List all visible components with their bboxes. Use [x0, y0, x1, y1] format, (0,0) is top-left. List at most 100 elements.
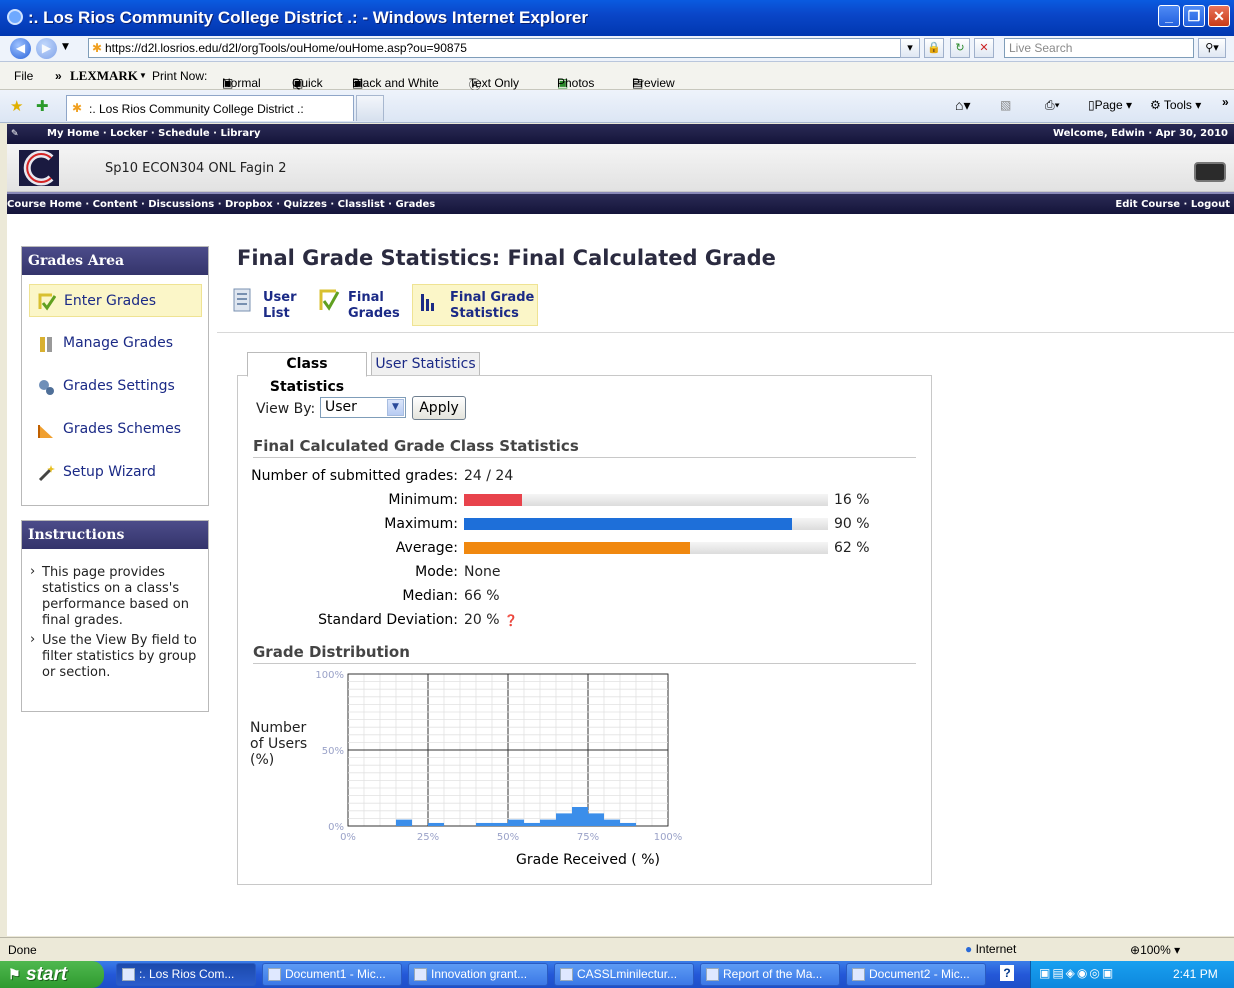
print-normal-label: Normal — [222, 76, 261, 90]
taskbar-item-document1[interactable]: Document1 - Mic... — [262, 963, 402, 986]
taskbar-item-report[interactable]: Report of the Ma... — [700, 963, 840, 986]
word-icon — [560, 968, 573, 981]
zoom-control[interactable]: ⊕100% ▾ — [1130, 943, 1180, 957]
minimum-bar-track — [464, 494, 828, 506]
sidebar-item-label: Enter Grades — [64, 293, 157, 309]
print-icon[interactable]: ⎙▾ — [1045, 98, 1060, 113]
chart-bar — [476, 822, 492, 826]
mode-value: None — [464, 564, 501, 580]
history-dropdown-icon[interactable]: ▼ — [62, 42, 69, 52]
taskbar-item-label: Innovation grant... — [431, 967, 528, 981]
home-icon[interactable]: ⌂▾ — [955, 97, 970, 114]
sidebar-item-grades-settings[interactable]: Grades Settings — [29, 370, 202, 403]
zoom-icon: ⊕ — [1130, 943, 1141, 957]
tab-class-statistics[interactable]: Class Statistics — [247, 352, 367, 395]
tray-icons[interactable]: ▣▤◈◉◎▣ — [1039, 966, 1115, 980]
lexmark-brand[interactable]: LEXMARK — [70, 68, 138, 84]
subnav-final-grades[interactable]: Final Grades — [319, 284, 409, 326]
minimize-button[interactable]: _ — [1158, 5, 1180, 27]
stop-icon[interactable]: ✕ — [974, 38, 994, 58]
chart-bar — [508, 819, 524, 826]
browser-tab-label: :. Los Rios Community College District .… — [89, 102, 304, 116]
chart-y-tick-label: 100% — [315, 670, 344, 681]
url-input[interactable]: ✱ https://d2l.losrios.edu/d2l/orgTools/o… — [88, 38, 918, 58]
chart-y-tick-label: 0% — [328, 822, 344, 833]
language-icon[interactable]: ? — [1000, 965, 1014, 981]
url-dropdown-icon[interactable]: ▾ — [900, 38, 920, 58]
course-name: Sp10 ECON304 ONL Fagin 2 — [105, 161, 287, 176]
forward-button[interactable]: ▶ — [36, 38, 57, 59]
zone-indicator[interactable]: ● Internet — [965, 942, 1016, 956]
toolbar-chevron-icon[interactable]: » — [55, 69, 62, 83]
grade-distribution-chart: 0% 25% 50% 75% 100% 0% 50% 100% — [315, 670, 682, 843]
maximize-button[interactable]: ❐ — [1183, 5, 1205, 27]
stats-heading: Final Calculated Grade Class Statistics — [253, 437, 916, 458]
refresh-icon[interactable]: ↻ — [950, 38, 970, 58]
taskbar-item-cassl[interactable]: CASSLminilectur... — [554, 963, 694, 986]
taskbar-item-label: Document2 - Mic... — [869, 967, 970, 981]
course-nav-links[interactable]: Course Home · Content · Discussions · Dr… — [7, 194, 435, 216]
taskbar-item-ie[interactable]: :. Los Rios Com... — [116, 963, 256, 986]
median-value: 66 % — [464, 588, 500, 604]
average-bar-fill — [464, 542, 690, 554]
maximum-value: 90 % — [834, 516, 870, 532]
feeds-icon[interactable]: ▧ — [1000, 98, 1011, 112]
print-quick-label: Quick — [292, 76, 323, 90]
grades-area-panel: Grades Area Enter Grades Manage Grades G… — [21, 246, 209, 506]
calculator-icon[interactable] — [1194, 162, 1226, 182]
window-title-bar: :. Los Rios Community College District .… — [0, 0, 1234, 36]
user-list-icon — [233, 288, 251, 312]
toolbar-overflow-icon[interactable]: » — [1222, 95, 1229, 109]
tab-favicon-icon: ✱ — [72, 101, 83, 115]
search-icon[interactable]: ⚲▾ — [1198, 38, 1226, 58]
help-icon[interactable]: ❓ — [504, 614, 518, 627]
std-label: Standard Deviation: — [318, 612, 458, 628]
course-nav-right[interactable]: Edit Course · Logout — [1115, 194, 1230, 216]
favorites-star-icon[interactable]: ★ — [10, 97, 23, 115]
grades-area-title: Grades Area — [22, 247, 208, 275]
subnav-final-grade-statistics[interactable]: Final Grade Statistics — [412, 284, 538, 326]
close-window-button[interactable]: ✕ — [1208, 5, 1230, 27]
back-button[interactable]: ◀ — [10, 38, 31, 59]
ie-icon — [122, 968, 135, 981]
add-favorites-icon[interactable]: ✚ — [36, 97, 49, 115]
sidebar-item-setup-wizard[interactable]: Setup Wizard — [29, 456, 202, 489]
tab-bar: ★ ✚ ✱ :. Los Rios Community College Dist… — [0, 90, 1234, 123]
subnav-user-list[interactable]: User List — [233, 284, 303, 326]
welcome-text: Welcome, Edwin · Apr 30, 2010 — [1052, 128, 1228, 139]
browser-tab-active[interactable]: ✱ :. Los Rios Community College District… — [66, 95, 354, 121]
std-value: 20 % ❓ — [464, 612, 518, 628]
menu-file[interactable]: File — [14, 69, 33, 83]
sidebar-item-enter-grades[interactable]: Enter Grades — [29, 284, 202, 317]
apply-button[interactable]: Apply — [412, 396, 466, 420]
start-button[interactable]: ⚑ start — [0, 961, 104, 988]
view-by-select[interactable]: User ▼ — [320, 397, 406, 418]
taskbar-item-label: :. Los Rios Com... — [139, 967, 235, 981]
chart-x-tick-label: 25% — [417, 832, 439, 843]
menu-bar: File » LEXMARK ▼ Print Now: ▣ Normal ▣ Q… — [0, 62, 1234, 92]
sidebar-item-label: Grades Schemes — [63, 421, 182, 437]
settings-gears-icon — [39, 380, 54, 395]
lock-icon[interactable]: 🔒 — [924, 38, 944, 58]
taskbar-item-document2[interactable]: Document2 - Mic... — [846, 963, 986, 986]
print-photos-label: Photos — [557, 76, 595, 90]
new-tab-button[interactable] — [356, 95, 384, 121]
print-text-only-label: Text Only — [469, 76, 520, 90]
globe-icon: ● — [965, 942, 973, 956]
sidebar-item-grades-schemes[interactable]: Grades Schemes — [29, 413, 202, 446]
tab-user-statistics[interactable]: User Statistics — [371, 352, 480, 377]
taskbar-item-innovation[interactable]: Innovation grant... — [408, 963, 548, 986]
chart-bar — [492, 822, 508, 826]
chart-bar — [540, 819, 556, 826]
chevron-down-icon[interactable]: ▼ — [387, 399, 404, 416]
live-search-input[interactable]: Live Search — [1004, 38, 1194, 58]
lexmark-dropdown-icon[interactable]: ▼ — [139, 71, 147, 80]
favicon-icon: ✱ — [92, 41, 103, 55]
top-nav-links[interactable]: My Home · Locker · Schedule · Library — [47, 124, 261, 144]
page-menu[interactable]: ▯Page ▾ — [1088, 98, 1132, 112]
sidebar-item-manage-grades[interactable]: Manage Grades — [29, 327, 202, 360]
tools-menu[interactable]: ⚙ Tools ▾ — [1150, 98, 1201, 112]
minimum-bar-fill — [464, 494, 523, 506]
chart-bar — [428, 822, 444, 826]
windows-flag-icon: ⚑ — [8, 966, 21, 982]
